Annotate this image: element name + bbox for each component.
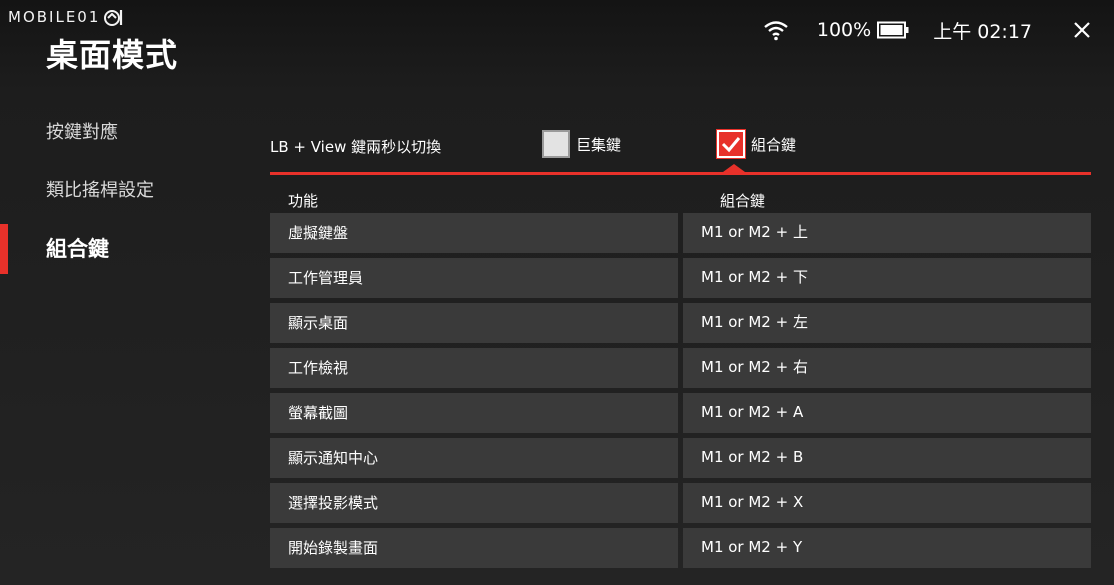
function-cell[interactable]: 虛擬鍵盤 — [270, 213, 678, 253]
combo-cell[interactable]: M1 or M2 + A — [683, 393, 1091, 433]
function-cell[interactable]: 選擇投影模式 — [270, 483, 678, 523]
column-header-function: 功能 — [288, 192, 319, 210]
sidebar-item-label: 按鍵對應 — [46, 122, 118, 143]
combo-cell[interactable]: M1 or M2 + Y — [683, 528, 1091, 568]
table-row: 顯示通知中心 M1 or M2 + B — [270, 438, 1091, 478]
sidebar-item-label: 組合鍵 — [46, 237, 109, 261]
wifi-icon — [764, 21, 788, 41]
table-row: 螢幕截圖 M1 or M2 + A — [270, 393, 1091, 433]
sidebar: 按鍵對應 類比搖桿設定 組合鍵 — [0, 108, 240, 282]
table-row: 選擇投影模式 M1 or M2 + X — [270, 483, 1091, 523]
clock: 上午 02:17 — [933, 20, 1032, 43]
combo-key-option[interactable]: 組合鍵 — [716, 129, 797, 159]
combo-cell[interactable]: M1 or M2 + X — [683, 483, 1091, 523]
toggle-hint-label: LB + View 鍵兩秒以切換 — [270, 138, 442, 156]
watermark: MOBILE01 — [8, 7, 124, 27]
table-row: 虛擬鍵盤 M1 or M2 + 上 — [270, 213, 1091, 253]
mode-toggle-row: LB + View 鍵兩秒以切換 巨集鍵 組合鍵 — [270, 128, 1090, 172]
sidebar-item-key-mapping[interactable]: 按鍵對應 — [0, 108, 240, 158]
combo-key-table: 虛擬鍵盤 M1 or M2 + 上 工作管理員 M1 or M2 + 下 顯示桌… — [270, 213, 1091, 573]
macro-key-checkbox[interactable] — [542, 130, 570, 158]
combo-key-checkbox[interactable] — [716, 129, 746, 159]
combo-cell[interactable]: M1 or M2 + 右 — [683, 348, 1091, 388]
table-row: 顯示桌面 M1 or M2 + 左 — [270, 303, 1091, 343]
close-icon[interactable] — [1072, 20, 1092, 40]
battery-icon — [877, 21, 909, 39]
page-title: 桌面模式 — [46, 36, 179, 74]
sidebar-item-analog-stick[interactable]: 類比搖桿設定 — [0, 166, 240, 216]
function-cell[interactable]: 工作管理員 — [270, 258, 678, 298]
function-cell[interactable]: 顯示通知中心 — [270, 438, 678, 478]
selection-indicator — [723, 164, 745, 172]
combo-cell[interactable]: M1 or M2 + 上 — [683, 213, 1091, 253]
function-cell[interactable]: 開始錄製畫面 — [270, 528, 678, 568]
mobile01-logo-icon — [104, 10, 123, 26]
combo-cell[interactable]: M1 or M2 + 下 — [683, 258, 1091, 298]
macro-key-option[interactable]: 巨集鍵 — [542, 130, 621, 158]
desktop-mode-window: MOBILE01 桌面模式 100% 上午 02:17 按鍵對應 類比搖桿設定 … — [0, 0, 1114, 585]
sidebar-item-label: 類比搖桿設定 — [46, 180, 154, 201]
table-row: 開始錄製畫面 M1 or M2 + Y — [270, 528, 1091, 568]
combo-cell[interactable]: M1 or M2 + B — [683, 438, 1091, 478]
function-cell[interactable]: 顯示桌面 — [270, 303, 678, 343]
status-bar: 100% 上午 02:17 — [763, 15, 1092, 45]
combo-cell[interactable]: M1 or M2 + 左 — [683, 303, 1091, 343]
column-header-combo: 組合鍵 — [720, 192, 766, 210]
checkmark-icon — [721, 137, 741, 153]
battery-percent: 100% — [816, 19, 872, 41]
function-cell[interactable]: 螢幕截圖 — [270, 393, 678, 433]
watermark-text: MOBILE01 — [8, 8, 101, 26]
accent-divider — [270, 172, 1091, 175]
table-row: 工作檢視 M1 or M2 + 右 — [270, 348, 1091, 388]
function-cell[interactable]: 工作檢視 — [270, 348, 678, 388]
sidebar-item-combo-keys[interactable]: 組合鍵 — [0, 224, 240, 274]
table-row: 工作管理員 M1 or M2 + 下 — [270, 258, 1091, 298]
macro-key-label: 巨集鍵 — [576, 135, 622, 154]
combo-key-label: 組合鍵 — [751, 135, 797, 154]
